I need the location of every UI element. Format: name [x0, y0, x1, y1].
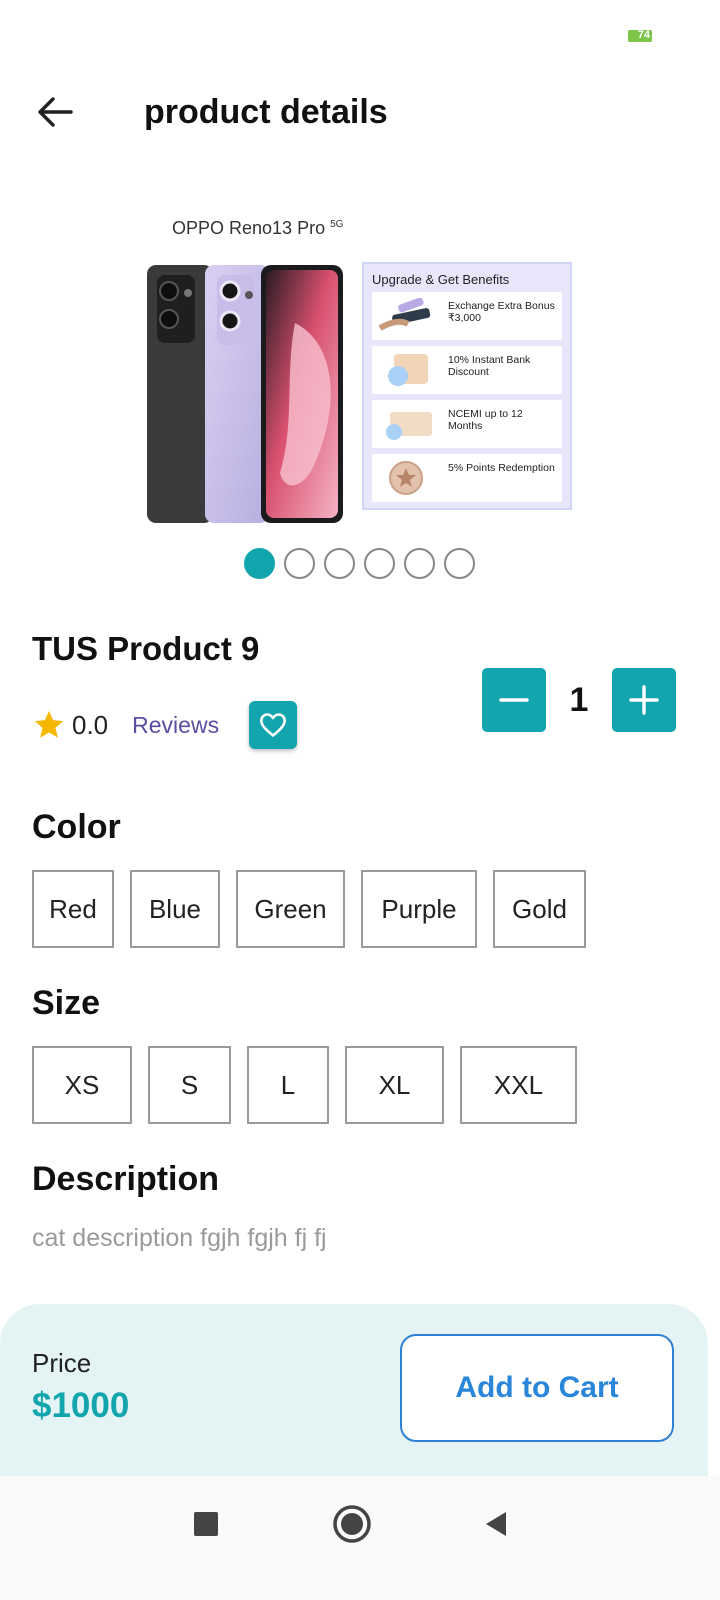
benefit-text: Exchange Extra Bonus ₹3,000 — [448, 300, 555, 324]
color-option-red[interactable]: Red — [32, 870, 114, 948]
app-bar: product details — [0, 70, 720, 154]
benefit-item: Exchange Extra Bonus ₹3,000 — [372, 292, 562, 340]
reviews-link[interactable]: Reviews — [132, 712, 219, 739]
color-option-blue[interactable]: Blue — [130, 870, 220, 948]
carousel-dot[interactable] — [284, 548, 315, 579]
carousel-dot[interactable] — [364, 548, 395, 579]
rating-row: 0.0 Reviews — [32, 700, 298, 750]
brand-sup: 5G — [330, 219, 344, 230]
carousel-dot[interactable] — [404, 548, 435, 579]
size-option-xxl[interactable]: XXL — [460, 1046, 577, 1124]
product-name: TUS Product 9 — [32, 630, 260, 667]
brand-name: OPPO Reno13 Pro — [172, 218, 326, 238]
carousel-indicator — [244, 548, 475, 579]
benefit-item: 10% Instant Bank Discount — [372, 346, 562, 394]
minus-icon — [499, 698, 529, 702]
heart-icon — [260, 713, 287, 737]
benefit-item: 5% Points Redemption — [372, 454, 562, 502]
product-image[interactable]: OPPO Reno13 Pro 5G Upgrade & Get Benefit… — [140, 208, 578, 538]
benefit-text: 5% Points Redemption — [448, 462, 555, 474]
battery-level: 74 — [637, 30, 650, 41]
carousel-dot[interactable] — [444, 548, 475, 579]
color-option-gold[interactable]: Gold — [493, 870, 586, 948]
price-label: Price — [32, 1348, 92, 1378]
size-option-xl[interactable]: XL — [345, 1046, 444, 1124]
discount-icon — [388, 354, 428, 386]
phone-hand-icon — [378, 298, 431, 331]
carousel-dot[interactable] — [244, 548, 275, 579]
size-option-xs[interactable]: XS — [32, 1046, 132, 1124]
arrow-left-icon — [38, 97, 73, 127]
color-title: Color — [32, 808, 121, 846]
benefit-item: NCEMI up to 12 Months — [372, 400, 562, 448]
star-icon — [34, 710, 64, 738]
size-options: XS S L XL XXL — [32, 1046, 577, 1124]
color-option-purple[interactable]: Purple — [361, 870, 477, 948]
system-navigation-bar — [0, 1476, 720, 1600]
add-to-cart-button[interactable]: Add to Cart — [400, 1334, 674, 1442]
benefit-text: NCEMI up to 12 Months — [448, 408, 523, 432]
description-title: Description — [32, 1160, 220, 1198]
decrease-quantity-button[interactable] — [482, 668, 546, 732]
recents-button[interactable] — [182, 1500, 230, 1548]
size-title: Size — [32, 984, 101, 1022]
quantity-value: 1 — [569, 681, 589, 719]
square-icon — [194, 1512, 218, 1536]
price-value: $1000 — [32, 1386, 130, 1425]
quantity-stepper: 1 — [482, 668, 676, 732]
emi-card-icon — [386, 412, 432, 440]
page-title: product details — [144, 93, 388, 131]
status-bar: 74 — [0, 0, 720, 60]
circle-icon — [333, 1505, 371, 1543]
phones-illustration — [147, 265, 343, 523]
cart-bar: Price $1000 Add to Cart — [0, 1304, 708, 1476]
description-text: cat description fgjh fgjh fj fj — [32, 1224, 327, 1252]
color-options: Red Blue Green Purple Gold — [32, 870, 586, 948]
increase-quantity-button[interactable] — [612, 668, 676, 732]
back-button[interactable] — [30, 90, 80, 134]
size-option-l[interactable]: L — [247, 1046, 329, 1124]
triangle-back-icon — [486, 1512, 506, 1536]
benefits-panel: Upgrade & Get Benefits Exchange Extra Bo… — [362, 262, 572, 510]
size-option-s[interactable]: S — [148, 1046, 231, 1124]
home-button[interactable] — [328, 1500, 376, 1548]
plus-icon — [629, 685, 659, 715]
benefits-title: Upgrade & Get Benefits — [372, 272, 510, 287]
battery-icon: 74 — [628, 30, 652, 42]
back-nav-button[interactable] — [472, 1500, 520, 1548]
promo-brand: OPPO Reno13 Pro 5G — [172, 218, 343, 239]
benefit-text: 10% Instant Bank Discount — [448, 354, 531, 378]
carousel-dot[interactable] — [324, 548, 355, 579]
rating-value: 0.0 — [72, 709, 109, 740]
color-option-green[interactable]: Green — [236, 870, 345, 948]
wishlist-button[interactable] — [249, 701, 298, 749]
coin-icon — [389, 461, 423, 495]
